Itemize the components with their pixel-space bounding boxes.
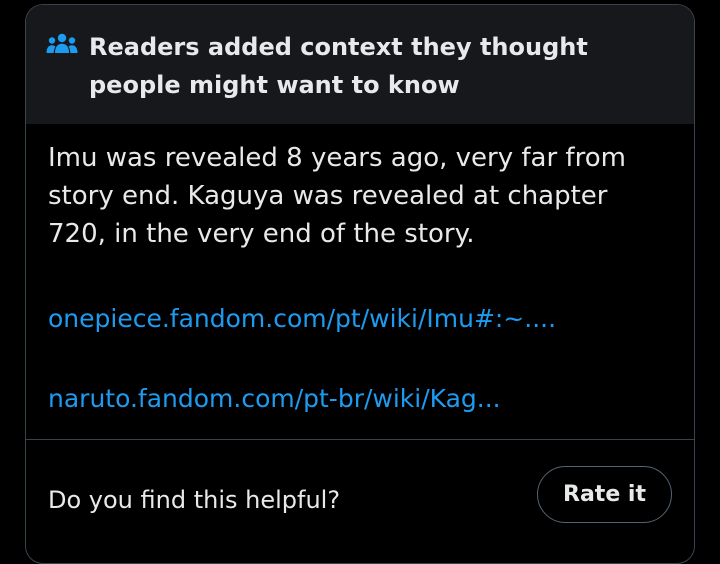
note-header-title: Readers added context they thought peopl… [89,33,588,99]
rate-it-button[interactable]: Rate it [537,466,672,523]
note-body-text: Imu was revealed 8 years ago, very far f… [48,143,626,249]
helpful-question: Do you find this helpful? [48,486,341,514]
footer-divider [26,439,694,440]
note-source-link-2[interactable]: naruto.fandom.com/pt-br/wiki/Kag... [48,382,501,416]
community-note-card: Readers added context they thought peopl… [25,4,695,564]
note-source-link-1[interactable]: onepiece.fandom.com/pt/wiki/Imu#:~.... [48,302,556,336]
people-group-icon [46,33,78,57]
note-header: Readers added context they thought peopl… [26,5,694,124]
